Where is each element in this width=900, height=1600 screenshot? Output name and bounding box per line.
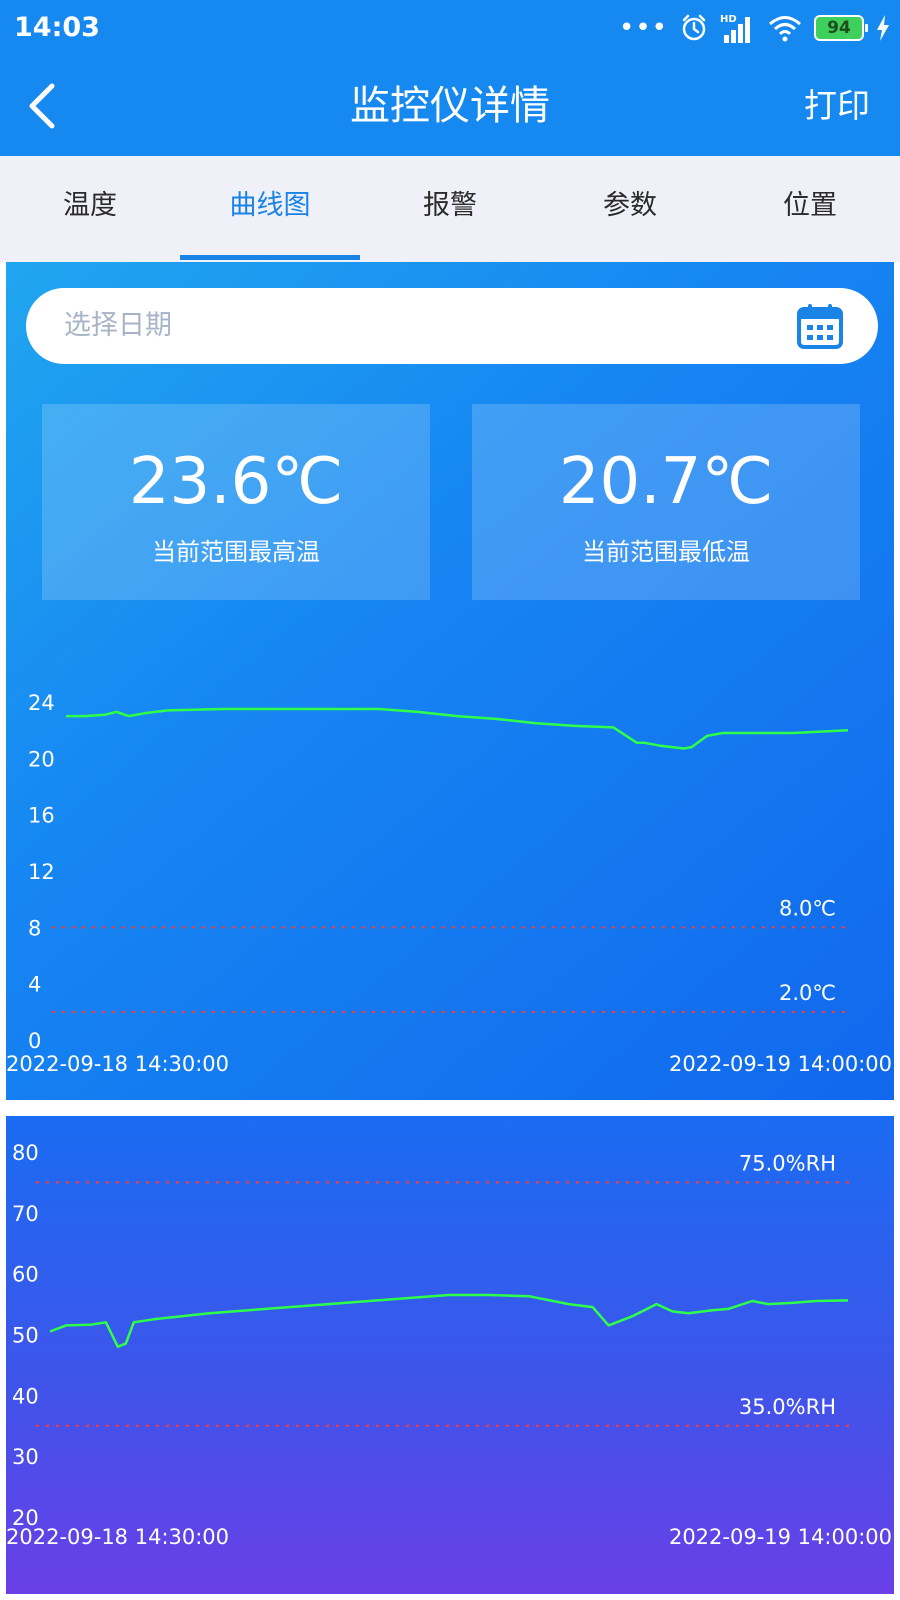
humidity-y-tick: 70 bbox=[12, 1202, 39, 1226]
temperature-y-tick: 16 bbox=[28, 804, 55, 828]
temperature-y-tick: 12 bbox=[28, 860, 55, 884]
temperature-series-line bbox=[66, 707, 849, 750]
humidity-series-line bbox=[49, 1293, 849, 1348]
alarm-clock-icon bbox=[682, 14, 706, 41]
temperature-y-tick: 0 bbox=[28, 1029, 41, 1053]
tab-alarm[interactable]: 报警 bbox=[360, 156, 540, 262]
tab-parameters[interactable]: 参数 bbox=[540, 156, 720, 262]
temperature-y-tick: 4 bbox=[28, 973, 41, 997]
temperature-y-tick: 24 bbox=[28, 691, 55, 715]
humidity-y-tick: 40 bbox=[12, 1384, 39, 1408]
status-bar: 14:03 ••• HD 94 bbox=[0, 0, 900, 56]
wifi-icon bbox=[769, 16, 801, 42]
humidity-y-tick: 50 bbox=[12, 1324, 39, 1348]
humidity-x-start-label: 2022-09-18 14:30:00 bbox=[6, 1525, 229, 1549]
temperature-threshold-label: 2.0℃ bbox=[779, 981, 836, 1005]
network-badge: HD bbox=[720, 14, 737, 25]
temperature-x-start-label: 2022-09-18 14:30:00 bbox=[6, 1052, 229, 1076]
tab-location[interactable]: 位置 bbox=[720, 156, 900, 262]
tab-chart[interactable]: 曲线图 bbox=[180, 156, 360, 262]
humidity-y-tick: 60 bbox=[12, 1263, 39, 1287]
page-title: 监控仪详情 bbox=[350, 83, 550, 129]
humidity-chart: 20304050607080 75.0%RH35.0%RH2022-09-18 1… bbox=[6, 1141, 892, 1549]
temperature-x-end-label: 2022-09-19 14:00:00 bbox=[669, 1052, 892, 1076]
signal-icon: HD bbox=[720, 14, 750, 43]
print-button[interactable]: 打印 bbox=[804, 56, 870, 156]
humidity-y-tick: 30 bbox=[12, 1445, 39, 1469]
battery-indicator: 94 bbox=[814, 15, 868, 41]
temperature-y-tick: 20 bbox=[28, 747, 55, 771]
tab-bar: 温度 曲线图 报警 参数 位置 bbox=[0, 156, 900, 262]
humidity-threshold-label: 75.0%RH bbox=[739, 1151, 836, 1175]
tab-temperature[interactable]: 温度 bbox=[0, 156, 180, 262]
humidity-x-end-label: 2022-09-19 14:00:00 bbox=[669, 1525, 892, 1549]
temperature-y-tick: 8 bbox=[28, 916, 41, 940]
humidity-panel: 20 30 40 50 60 70 80 75.0%RH 35.0%RH 2022-09-18 1… bbox=[6, 1116, 894, 1594]
temperature-threshold-label: 8.0℃ bbox=[779, 896, 836, 920]
charging-bolt-icon bbox=[877, 15, 889, 41]
nav-bar: 监控仪详情 打印 bbox=[0, 56, 900, 156]
humidity-y-tick: 80 bbox=[12, 1141, 39, 1165]
humidity-threshold-label: 35.0%RH bbox=[739, 1395, 836, 1419]
status-time: 14:03 bbox=[14, 12, 100, 43]
temperature-chart: 0 4 8 12 16 20 24 8.0℃ 2.0℃ 2022-09-18 14:30:00 20… bbox=[6, 691, 892, 1076]
back-arrow-icon[interactable] bbox=[22, 78, 72, 134]
temperature-panel: 选择日期 23.6℃ 当前范围最高温 20.7℃ 当前范围最低温 0 4 8 12 16… bbox=[6, 262, 894, 1100]
more-dots-icon: ••• bbox=[618, 13, 668, 43]
status-icons: ••• HD 94 bbox=[619, 12, 890, 44]
